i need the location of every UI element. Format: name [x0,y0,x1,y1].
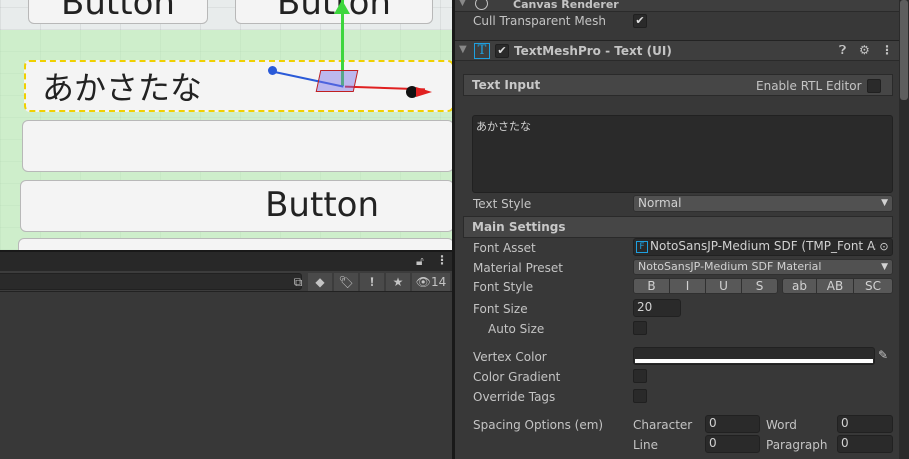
font-style-bold-button[interactable]: B [633,278,670,294]
component-header[interactable]: ▼ T ✔ TextMeshPro - Text (UI) ❓︎ ⚙︎ ⋮ [455,40,899,61]
paragraph-spacing-input[interactable]: 0 [837,435,893,453]
field-label: Color Gradient [473,370,561,384]
field-label: Override Tags [473,390,556,404]
field-label: Cull Transparent Mesh [473,14,606,28]
scene-button-empty[interactable] [22,120,452,172]
character-spacing-input[interactable]: 0 [705,415,760,433]
field-label: Vertex Color [473,350,547,364]
field-label: Word [766,418,797,432]
scene-button-empty[interactable] [18,238,452,250]
button-text: Button [61,0,175,23]
font-style-italic-button[interactable]: I [669,278,706,294]
canvas-renderer-icon [475,0,488,10]
visible-count-text: 14 [430,275,447,289]
material-preset-dropdown[interactable]: NotoSansJP-Medium SDF Material ▼ [633,259,893,275]
search-input[interactable] [0,273,302,290]
section-title: Text Input [472,78,541,92]
enable-rtl-editor-checkbox[interactable] [867,79,881,93]
main-settings-section: Main Settings [463,216,893,238]
dropdown-value: Normal [638,196,682,210]
field-label: Text Style [473,197,532,211]
field-label: Font Size [473,302,528,316]
gizmo-plane-handle[interactable] [315,70,359,92]
field-label: Font Asset [473,241,536,255]
font-style-lowercase-button[interactable]: ab [782,278,817,294]
vertex-color-field[interactable] [633,347,875,365]
eye-icon: 👁︎ [415,275,431,289]
chevron-down-icon: ▼ [881,262,888,272]
selected-text-object[interactable]: あかさたな [24,60,452,112]
presets-icon[interactable]: ⚙︎ [859,43,870,57]
line-spacing-input[interactable]: 0 [705,435,760,453]
button-text: Button [265,185,379,225]
eyedropper-icon[interactable]: ✎ [878,348,888,362]
project-panel [0,292,452,459]
textmeshpro-icon: T [474,43,490,59]
foldout-arrow-icon[interactable]: ▼ [459,44,467,55]
help-icon[interactable]: ❓︎ [839,43,846,58]
gizmo-z-handle-icon [268,66,277,75]
component-title: TextMeshPro - Text (UI) [514,44,672,58]
object-picker-icon[interactable]: ⊙ [876,239,892,255]
filter-by-type-icon[interactable]: ◆ [308,273,332,291]
scene-button[interactable]: Button [20,180,452,232]
field-label: Font Style [473,280,534,294]
visibility-count[interactable]: 👁︎14 [412,273,450,291]
font-asset-icon: F [636,241,648,253]
override-tags-checkbox[interactable] [633,389,647,403]
font-size-input[interactable]: 20 [633,299,681,317]
color-swatch [635,359,873,363]
font-style-underline-button[interactable]: U [705,278,742,294]
canvas-renderer-header[interactable]: ▼ Canvas Renderer [455,0,899,12]
dropdown-value: NotoSansJP-Medium SDF Material [638,260,822,273]
component-title: Canvas Renderer [513,0,619,11]
scene-view[interactable]: Button Button あかさたな Button [0,0,452,250]
text-style-dropdown[interactable]: Normal ▼ [633,195,893,212]
font-asset-value: NotoSansJP-Medium SDF (TMP_Font Asset) [650,239,893,253]
scene-button[interactable]: Button [235,0,433,24]
scrollbar-thumb[interactable] [900,0,908,100]
field-label: Character [633,418,693,432]
font-style-smallcaps-button[interactable]: SC [853,278,893,294]
filter-by-label-icon[interactable]: 🏷︎ [334,273,358,291]
field-label: Auto Size [488,322,545,336]
foldout-arrow-icon[interactable]: ▼ [459,0,466,8]
font-asset-field[interactable]: F NotoSansJP-Medium SDF (TMP_Font Asset)… [633,238,893,256]
word-spacing-input[interactable]: 0 [837,415,893,433]
more-options-icon[interactable]: ⋮ [881,43,893,57]
auto-size-checkbox[interactable] [633,321,647,335]
text-input-area[interactable]: あかさたな [472,115,893,193]
field-label: Enable RTL Editor [756,79,862,93]
filter-by-issue-icon[interactable]: ❗︎ [360,273,384,291]
more-options-icon[interactable]: ⋮ [436,253,448,267]
lock-icon[interactable]: 🔓︎ [416,254,424,269]
section-title: Main Settings [472,220,566,234]
scene-button[interactable]: Button [28,0,208,24]
field-label: Material Preset [473,261,563,275]
field-label: Spacing Options (em) [473,418,604,432]
selected-text: あかさたな [42,69,203,107]
text-input-value: あかさたな [476,120,531,133]
component-enabled-checkbox[interactable]: ✔ [495,44,509,58]
cull-transparent-mesh-checkbox[interactable]: ✔ [633,14,647,28]
favorites-star-icon[interactable]: ★ [386,273,410,291]
color-gradient-checkbox[interactable] [633,369,647,383]
field-label: Line [633,438,659,452]
field-label: Paragraph [766,438,828,452]
font-style-strikethrough-button[interactable]: S [741,278,778,294]
panel-tab-bar: 🔓︎ ⋮ [0,252,452,271]
chevron-down-icon: ▼ [881,198,888,208]
open-search-window-icon[interactable]: ⧉ [286,273,310,291]
button-text: Button [277,0,391,23]
font-style-uppercase-button[interactable]: AB [816,278,854,294]
